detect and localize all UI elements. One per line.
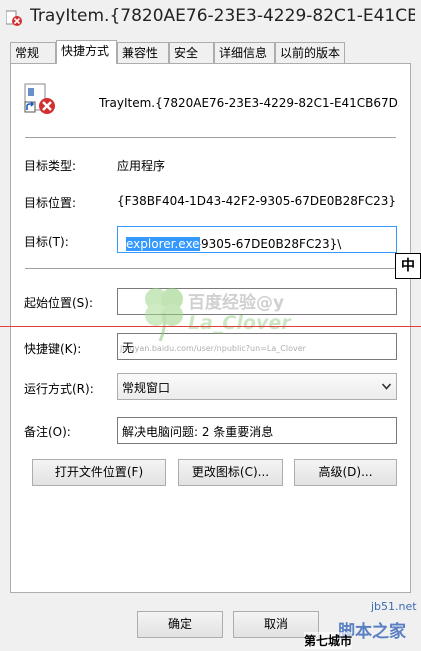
tab-strip: 常规 快捷方式 兼容性 安全 详细信息 以前的版本: [10, 40, 420, 64]
target-label: 目标(T):: [24, 235, 69, 249]
target-input[interactable]: -1D43-42F2-9305-67DE0B28FC23}\ explorer.e…: [117, 226, 397, 253]
title-bar: TrayItem.{7820AE76-23E3-4229-82C1-E41CB6…: [0, 0, 421, 36]
tab-shortcut[interactable]: 快捷方式: [56, 40, 117, 64]
comment-value: 解决电脑问题: 2 条重要消息: [122, 425, 274, 439]
tab-details[interactable]: 详细信息: [214, 42, 275, 63]
run-select[interactable]: 常规窗口: [117, 373, 397, 400]
target-text-selected: explorer.exe: [126, 237, 200, 251]
target-type-label: 目标类型:: [24, 159, 77, 173]
target-location-value: {F38BF404-1D43-42F2-9305-67DE0B28FC23}: [117, 194, 397, 208]
comment-label: 备注(O):: [24, 425, 71, 439]
watermark-name: La_Clover: [188, 312, 291, 334]
ime-mode-indicator[interactable]: 中: [395, 253, 421, 279]
separator: [25, 268, 396, 269]
hotkey-label: 快捷键(K):: [24, 342, 82, 356]
watermark-site-name2: 第七城市: [304, 632, 353, 649]
watermark-site-url: jb51.net: [371, 600, 417, 613]
run-value: 常规窗口: [122, 381, 171, 395]
change-icon-button[interactable]: 更改图标(C)...: [178, 459, 283, 486]
clover-logo: [145, 288, 183, 342]
ok-button[interactable]: 确定: [137, 611, 223, 638]
tab-compatibility[interactable]: 兼容性: [117, 42, 169, 63]
advanced-button[interactable]: 高级(D)...: [294, 459, 397, 486]
chevron-down-icon: [382, 383, 391, 390]
red-guide-line: [0, 326, 421, 327]
tab-security[interactable]: 安全: [169, 42, 214, 63]
app-icon: [6, 10, 22, 26]
shortcut-icon: [24, 83, 55, 114]
watermark-baidu: 百度经验@y: [188, 293, 285, 313]
run-label: 运行方式(R):: [24, 382, 94, 396]
shortcut-name: TrayItem.{7820AE76-23E3-4229-82C1-E41CB6…: [99, 96, 399, 110]
window-title: TrayItem.{7820AE76-23E3-4229-82C1-E41CB6…: [30, 6, 415, 26]
separator: [25, 137, 396, 138]
comment-input[interactable]: 解决电脑问题: 2 条重要消息: [117, 417, 397, 444]
tab-previous-versions[interactable]: 以前的版本: [275, 42, 345, 63]
open-file-location-button[interactable]: 打开文件位置(F): [32, 459, 166, 486]
watermark-url: jingyan.baidu.com/user/npublic?un=La_Clo…: [120, 344, 306, 353]
target-location-label: 目标位置:: [24, 196, 77, 210]
tab-general[interactable]: 常规: [10, 42, 56, 63]
target-type-value: 应用程序: [117, 159, 166, 173]
start-in-label: 起始位置(S):: [24, 296, 94, 310]
